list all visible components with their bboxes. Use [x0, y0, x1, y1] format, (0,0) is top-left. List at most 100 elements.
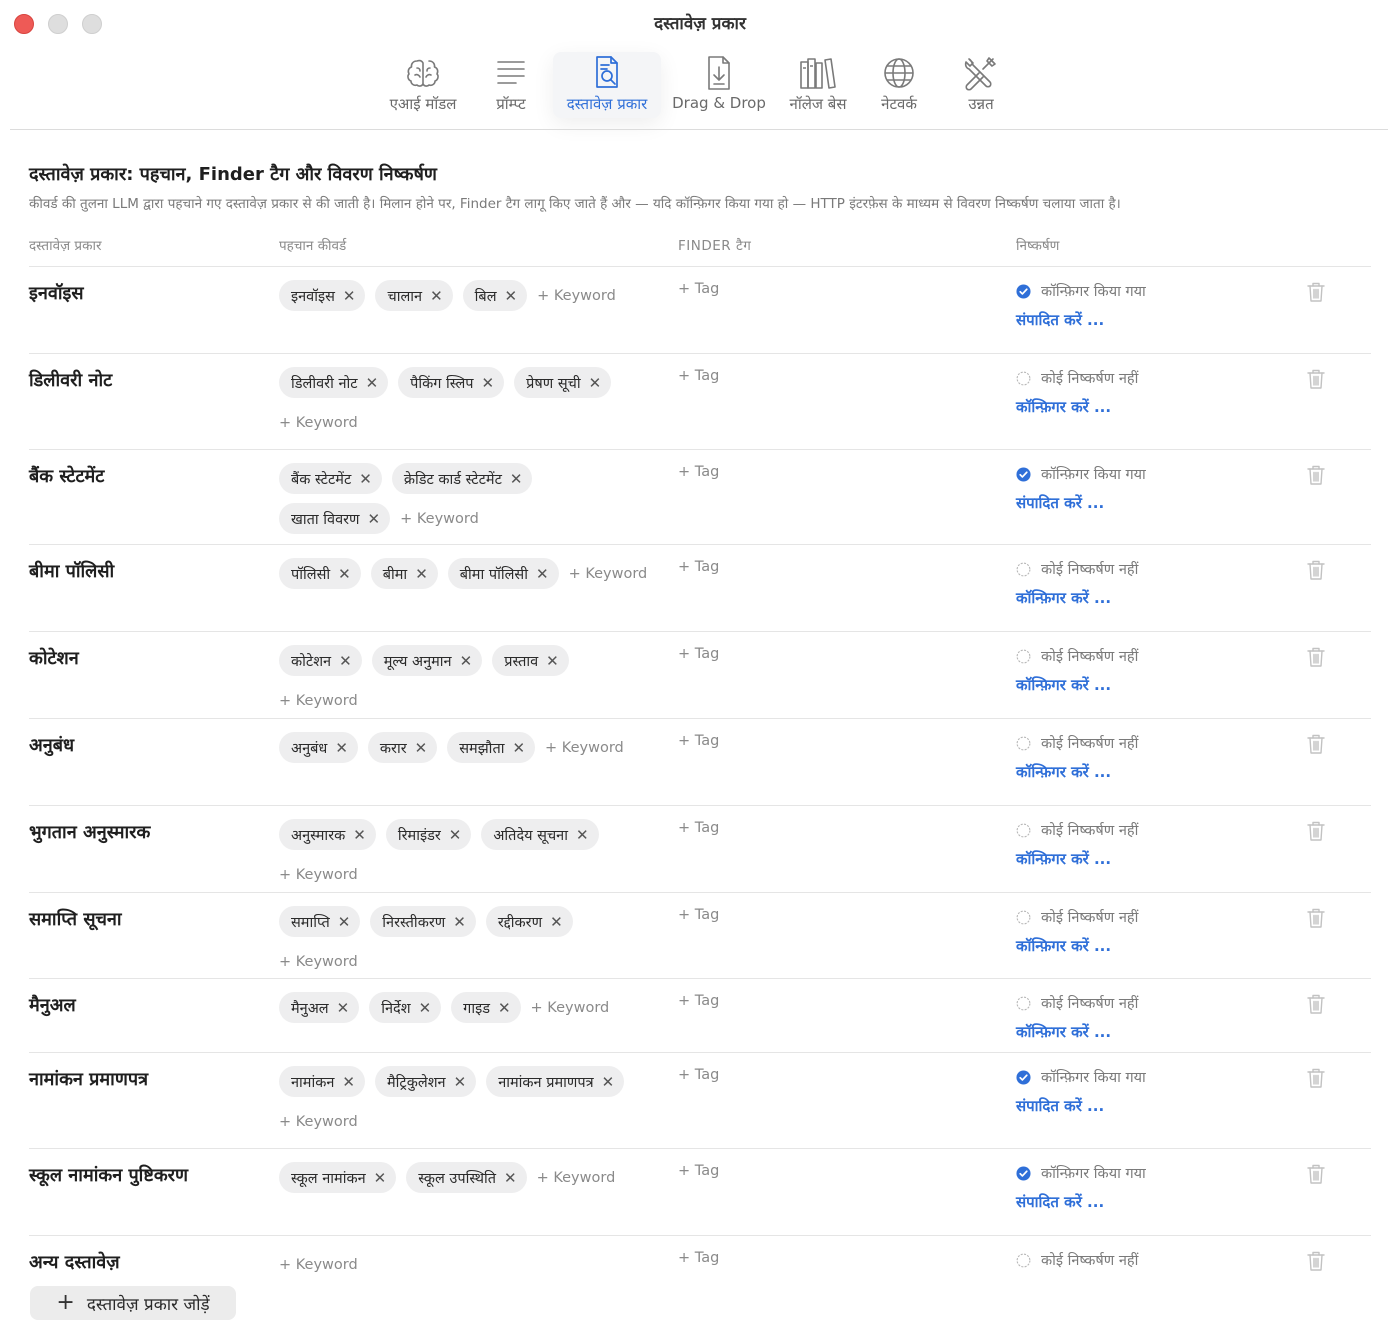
remove-keyword-icon[interactable]: ✕ [454, 1073, 467, 1091]
remove-keyword-icon[interactable]: ✕ [339, 652, 352, 670]
remove-keyword-icon[interactable]: ✕ [504, 1169, 517, 1187]
remove-keyword-icon[interactable]: ✕ [353, 826, 366, 844]
trash-icon[interactable] [1306, 559, 1326, 581]
trash-icon[interactable] [1306, 820, 1326, 842]
remove-keyword-icon[interactable]: ✕ [359, 470, 372, 488]
trash-icon[interactable] [1306, 281, 1326, 303]
edit-extraction-link[interactable]: संपादित करें ... [1016, 310, 1146, 330]
remove-keyword-icon[interactable]: ✕ [550, 913, 563, 931]
extraction-cell: कॉन्फ़िगर किया गया संपादित करें ... [1016, 1163, 1146, 1212]
extraction-cell: कोई निष्कर्षण नहीं कॉन्फ़िगर करें ... [1016, 559, 1138, 608]
tab-drag-drop[interactable]: Drag & Drop [667, 52, 771, 118]
tab-knowledge-base[interactable]: नॉलेज बेस [780, 52, 856, 118]
tab-advanced[interactable]: उन्नत [952, 52, 1010, 118]
edit-extraction-link[interactable]: संपादित करें ... [1016, 1192, 1146, 1212]
configure-extraction-link[interactable]: कॉन्फ़िगर करें ... [1016, 588, 1138, 608]
add-document-type-button[interactable]: + दस्तावेज़ प्रकार जोड़ें [30, 1286, 236, 1320]
add-keyword-button[interactable]: + Keyword [545, 732, 624, 763]
trash-icon[interactable] [1306, 646, 1326, 668]
remove-keyword-icon[interactable]: ✕ [602, 1073, 615, 1091]
trash-icon[interactable] [1306, 1067, 1326, 1089]
add-keyword-button[interactable]: + Keyword [279, 407, 358, 438]
remove-keyword-icon[interactable]: ✕ [338, 913, 351, 931]
remove-keyword-icon[interactable]: ✕ [453, 913, 466, 931]
remove-keyword-icon[interactable]: ✕ [415, 565, 428, 583]
add-tag-button[interactable]: + Tag [678, 559, 719, 575]
remove-keyword-icon[interactable]: ✕ [449, 826, 462, 844]
add-tag-button[interactable]: + Tag [678, 1250, 719, 1266]
remove-keyword-icon[interactable]: ✕ [335, 739, 348, 757]
trash-icon[interactable] [1306, 907, 1326, 929]
remove-keyword-icon[interactable]: ✕ [430, 287, 443, 305]
remove-keyword-icon[interactable]: ✕ [536, 565, 549, 583]
configure-extraction-link[interactable]: कॉन्फ़िगर करें ... [1016, 849, 1138, 869]
add-keyword-button[interactable]: + Keyword [279, 685, 358, 716]
toolbar-divider [10, 129, 1388, 130]
add-tag-button[interactable]: + Tag [678, 281, 719, 297]
tab-ai-model[interactable]: एआई मॉडल [383, 52, 463, 118]
configure-extraction-link[interactable]: कॉन्फ़िगर करें ... [1016, 1022, 1138, 1042]
remove-keyword-icon[interactable]: ✕ [368, 510, 381, 528]
document-download-icon [708, 56, 730, 90]
configure-extraction-link[interactable]: कॉन्फ़िगर करें ... [1016, 397, 1138, 417]
add-tag-button[interactable]: + Tag [678, 820, 719, 836]
remove-keyword-icon[interactable]: ✕ [460, 652, 473, 670]
add-tag-button[interactable]: + Tag [678, 464, 719, 480]
edit-extraction-link[interactable]: संपादित करें ... [1016, 1096, 1146, 1116]
trash-icon[interactable] [1306, 1250, 1326, 1272]
add-tag-button[interactable]: + Tag [678, 907, 719, 923]
add-keyword-button[interactable]: + Keyword [537, 280, 616, 311]
empty-circle-icon [1016, 823, 1031, 837]
remove-keyword-icon[interactable]: ✕ [589, 374, 602, 392]
add-keyword-button[interactable]: + Keyword [279, 1106, 358, 1137]
configure-extraction-link[interactable]: कॉन्फ़िगर करें ... [1016, 762, 1138, 782]
add-document-type-label: दस्तावेज़ प्रकार जोड़ें [86, 1294, 210, 1315]
keyword-text: समझौता [459, 740, 505, 757]
remove-keyword-icon[interactable]: ✕ [482, 374, 495, 392]
edit-extraction-link[interactable]: संपादित करें ... [1016, 493, 1146, 513]
remove-keyword-icon[interactable]: ✕ [510, 470, 523, 488]
add-keyword-button[interactable]: + Keyword [531, 992, 610, 1023]
add-tag-button[interactable]: + Tag [678, 646, 719, 662]
trash-icon[interactable] [1306, 1163, 1326, 1185]
remove-keyword-icon[interactable]: ✕ [343, 287, 356, 305]
remove-keyword-icon[interactable]: ✕ [546, 652, 559, 670]
remove-keyword-icon[interactable]: ✕ [512, 739, 525, 757]
remove-keyword-icon[interactable]: ✕ [366, 374, 379, 392]
remove-keyword-icon[interactable]: ✕ [374, 1169, 387, 1187]
add-tag-button[interactable]: + Tag [678, 1067, 719, 1083]
remove-keyword-icon[interactable]: ✕ [576, 826, 589, 844]
add-keyword-button[interactable]: + Keyword [279, 859, 358, 890]
add-tag-button[interactable]: + Tag [678, 993, 719, 1009]
remove-keyword-icon[interactable]: ✕ [338, 565, 351, 583]
remove-keyword-icon[interactable]: ✕ [337, 999, 350, 1017]
remove-keyword-icon[interactable]: ✕ [342, 1073, 355, 1091]
remove-keyword-icon[interactable]: ✕ [419, 999, 432, 1017]
keyword-text: निरस्तीकरण [382, 914, 446, 931]
add-keyword-button[interactable]: + Keyword [537, 1162, 616, 1193]
tab-prompt[interactable]: प्रॉम्प्ट [483, 52, 539, 118]
add-keyword-button[interactable]: + Keyword [279, 1249, 358, 1280]
add-keyword-button[interactable]: + Keyword [279, 946, 358, 977]
extraction-cell: कॉन्फ़िगर किया गया संपादित करें ... [1016, 1067, 1146, 1116]
remove-keyword-icon[interactable]: ✕ [498, 999, 511, 1017]
add-tag-button[interactable]: + Tag [678, 733, 719, 749]
remove-keyword-icon[interactable]: ✕ [415, 739, 428, 757]
configure-extraction-link[interactable]: कॉन्फ़िगर करें ... [1016, 675, 1138, 695]
trash-icon[interactable] [1306, 733, 1326, 755]
configure-extraction-link[interactable]: कॉन्फ़िगर करें ... [1016, 936, 1138, 956]
add-keyword-button[interactable]: + Keyword [400, 503, 479, 534]
empty-circle-icon [1016, 1253, 1031, 1267]
add-tag-button[interactable]: + Tag [678, 368, 719, 384]
keyword-text: मूल्य अनुमान [383, 653, 452, 670]
tab-document-types[interactable]: दस्तावेज़ प्रकार [553, 52, 661, 118]
add-keyword-button[interactable]: + Keyword [569, 558, 648, 589]
add-tag-button[interactable]: + Tag [678, 1163, 719, 1179]
tab-network[interactable]: नेटवर्क [868, 52, 930, 118]
tab-label: उन्नत [968, 95, 994, 113]
remove-keyword-icon[interactable]: ✕ [505, 287, 518, 305]
trash-icon[interactable] [1306, 993, 1326, 1015]
tab-label: नेटवर्क [881, 95, 917, 113]
trash-icon[interactable] [1306, 464, 1326, 486]
trash-icon[interactable] [1306, 368, 1326, 390]
